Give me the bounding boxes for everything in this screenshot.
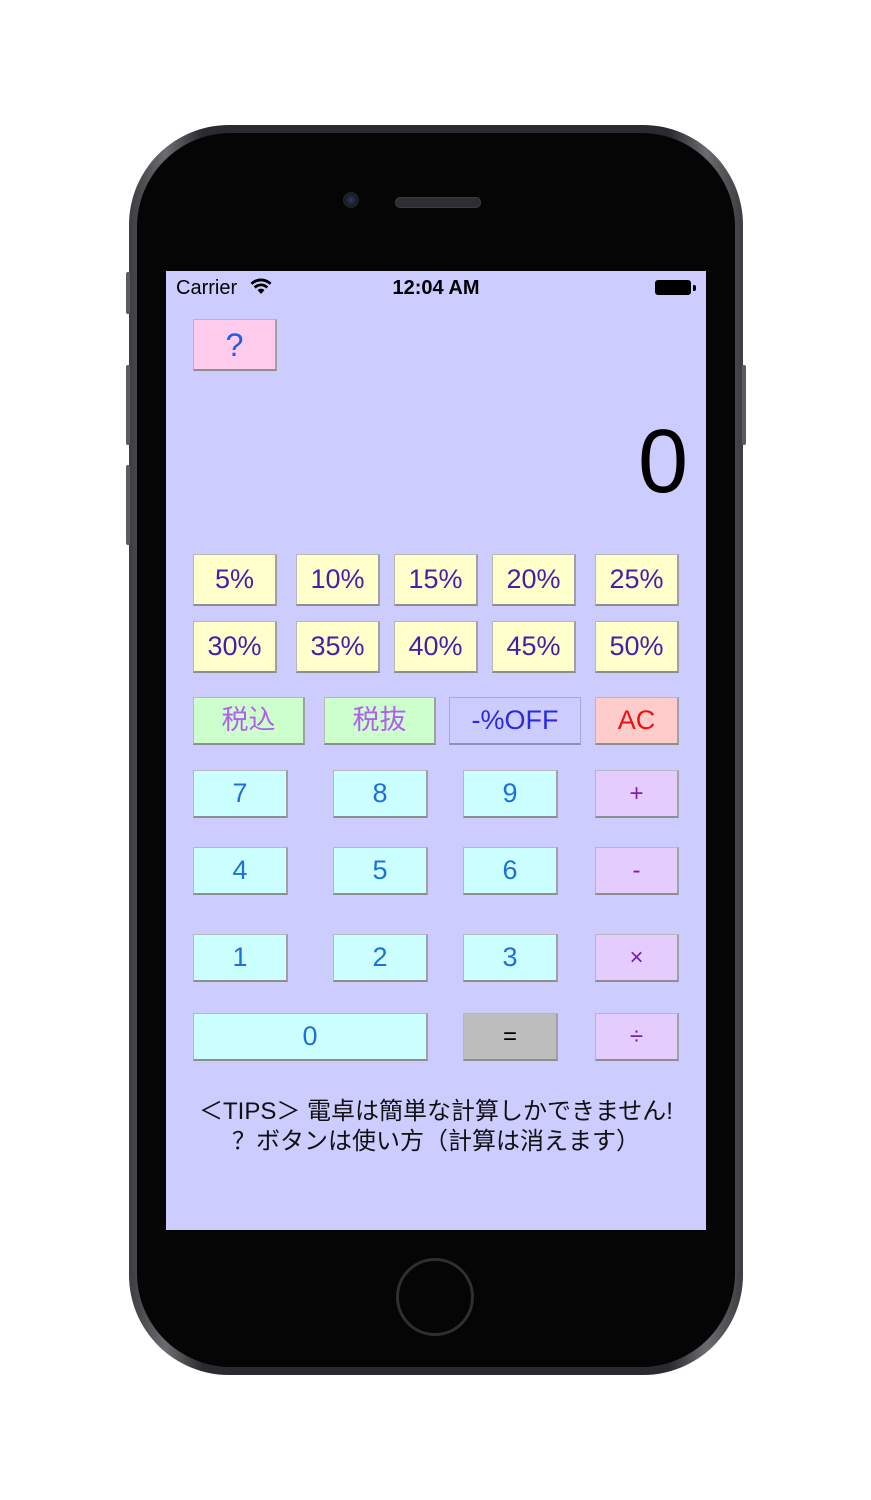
mute-switch	[126, 272, 130, 314]
tax-included-button[interactable]: 税込	[193, 697, 305, 745]
percent-10-button[interactable]: 10%	[296, 554, 380, 606]
battery-tip-icon	[693, 285, 696, 291]
digit-9-button[interactable]: 9	[463, 770, 558, 818]
battery-icon	[655, 280, 691, 295]
calculator-display: 0	[637, 412, 688, 512]
front-camera	[343, 192, 359, 208]
percent-15-button[interactable]: 15%	[394, 554, 478, 606]
digit-0-button[interactable]: 0	[193, 1013, 428, 1061]
digit-8-button[interactable]: 8	[333, 770, 428, 818]
tips-text: ＜TIPS＞ 電卓は簡単な計算しかできません! ？ボタンは使い方（計算は消えます…	[166, 1097, 706, 1157]
tips-line-1: ＜TIPS＞ 電卓は簡単な計算しかできません!	[199, 1098, 673, 1125]
power-button	[742, 365, 746, 445]
volume-down-button	[126, 465, 130, 545]
percent-45-button[interactable]: 45%	[492, 621, 576, 673]
tax-excluded-button[interactable]: 税抜	[324, 697, 436, 745]
home-button[interactable]	[396, 1258, 474, 1336]
percent-20-button[interactable]: 20%	[492, 554, 576, 606]
percent-30-button[interactable]: 30%	[193, 621, 277, 673]
equals-button[interactable]: =	[463, 1013, 558, 1061]
percent-25-button[interactable]: 25%	[595, 554, 679, 606]
earpiece-speaker	[395, 197, 481, 208]
percent-50-button[interactable]: 50%	[595, 621, 679, 673]
digit-5-button[interactable]: 5	[333, 847, 428, 895]
digit-4-button[interactable]: 4	[193, 847, 288, 895]
percent-35-button[interactable]: 35%	[296, 621, 380, 673]
status-time: 12:04 AM	[392, 277, 480, 299]
multiply-button[interactable]: ×	[595, 934, 679, 982]
all-clear-button[interactable]: AC	[595, 697, 679, 745]
help-button[interactable]: ?	[193, 319, 277, 371]
device-frame: Carrier 12:04 AM ? 0 5% 10% 15% 20% 25% …	[0, 0, 871, 1500]
percent-5-button[interactable]: 5%	[193, 554, 277, 606]
divide-button[interactable]: ÷	[595, 1013, 679, 1061]
volume-up-button	[126, 365, 130, 445]
status-bar: Carrier 12:04 AM	[166, 271, 706, 307]
digit-3-button[interactable]: 3	[463, 934, 558, 982]
digit-7-button[interactable]: 7	[193, 770, 288, 818]
tips-line-2: ？ボタンは使い方（計算は消えます）	[232, 1128, 640, 1155]
percent-40-button[interactable]: 40%	[394, 621, 478, 673]
minus-button[interactable]: -	[595, 847, 679, 895]
digit-1-button[interactable]: 1	[193, 934, 288, 982]
digit-6-button[interactable]: 6	[463, 847, 558, 895]
app-screen: Carrier 12:04 AM ? 0 5% 10% 15% 20% 25% …	[166, 271, 706, 1230]
plus-button[interactable]: +	[595, 770, 679, 818]
digit-2-button[interactable]: 2	[333, 934, 428, 982]
percent-off-button[interactable]: -%OFF	[449, 697, 581, 745]
